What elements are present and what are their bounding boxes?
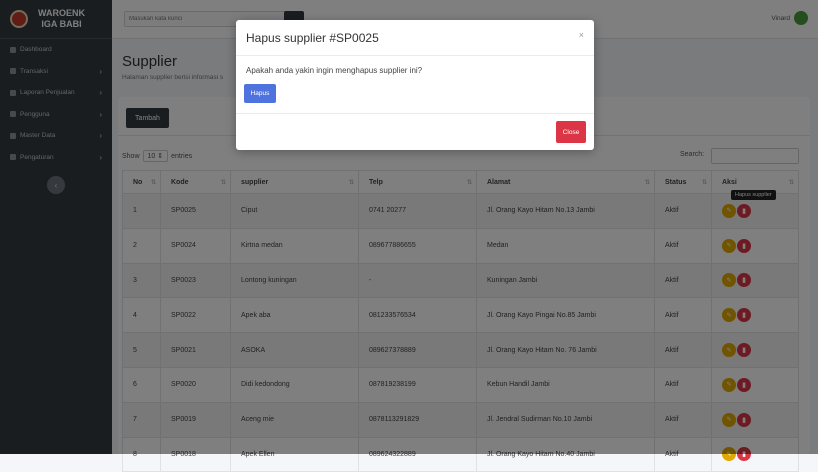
modal-divider <box>236 55 594 56</box>
delete-modal: Hapus supplier #SP0025 × Apakah anda yak… <box>236 20 594 150</box>
confirm-delete-button[interactable]: Hapus <box>244 84 276 103</box>
close-icon[interactable]: × <box>579 30 584 40</box>
modal-title: Hapus supplier #SP0025 <box>246 31 379 45</box>
modal-message: Apakah anda yakin ingin menghapus suppli… <box>246 66 423 75</box>
close-button[interactable]: Close <box>556 121 586 143</box>
modal-divider <box>236 113 594 114</box>
